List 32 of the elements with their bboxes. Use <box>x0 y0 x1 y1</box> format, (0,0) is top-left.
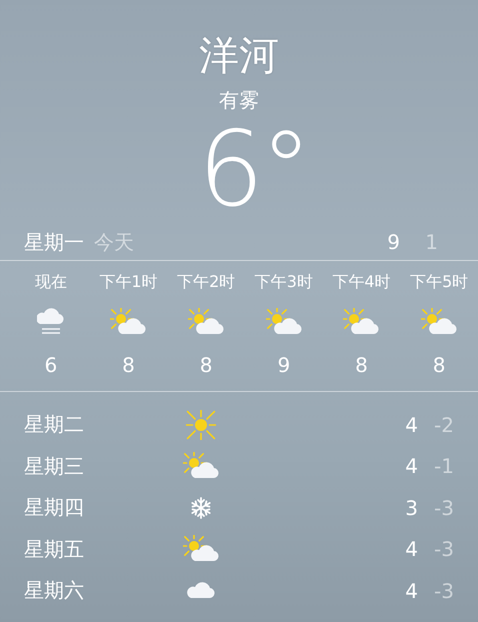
hour-temperature: 8 <box>122 352 135 379</box>
hour-label: 下午3时 <box>254 271 313 293</box>
day-name: 星期一 <box>24 228 84 256</box>
hour-label: 下午4时 <box>332 271 391 293</box>
hour-label: 现在 <box>34 271 67 293</box>
hour-temperature: 8 <box>432 352 446 379</box>
condition-text: 有雾 <box>219 87 259 114</box>
high-temperature: 4 <box>404 578 418 603</box>
hour-temperature: 6 <box>44 352 58 379</box>
low-temperature: -3 <box>433 578 455 603</box>
hour-temperature: 8 <box>355 352 368 379</box>
hour-label: 下午1时 <box>99 271 158 293</box>
low-temperature: -3 <box>433 537 455 562</box>
day-name: 星期二 <box>24 412 84 436</box>
hour-temperature: 9 <box>277 352 290 379</box>
hour-label: 下午2时 <box>177 271 236 293</box>
high-temperature: 4 <box>404 537 418 562</box>
current-temperature: 6° <box>198 114 308 224</box>
city-name: 洋河 <box>199 32 279 80</box>
high-temperature: 3 <box>404 496 418 520</box>
low-temperature: -3 <box>433 496 455 520</box>
high-temperature: 4 <box>404 412 418 437</box>
day-name: 星期五 <box>24 536 84 561</box>
low-temperature: -2 <box>433 412 455 437</box>
hour-temperature: 8 <box>200 352 213 379</box>
high-temperature: 4 <box>404 454 418 478</box>
low-temperature: -1 <box>433 454 455 478</box>
day-name: 星期六 <box>24 578 84 602</box>
day-name: 星期三 <box>24 454 84 478</box>
day-name: 星期四 <box>24 495 84 520</box>
hour-label: 下午5时 <box>410 271 468 293</box>
high-temperature: 9 <box>386 230 400 254</box>
